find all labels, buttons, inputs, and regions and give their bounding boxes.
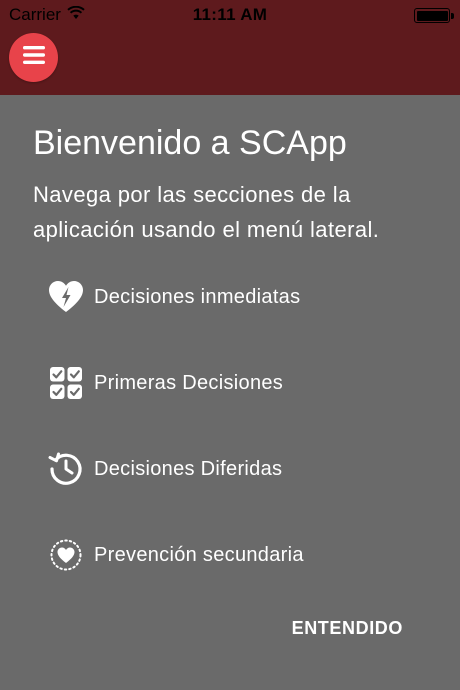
section-item-decisiones-inmediatas[interactable]: Decisiones inmediatas xyxy=(48,277,300,317)
section-label: Primeras Decisiones xyxy=(94,371,284,394)
status-bar: Carrier 11:11 AM xyxy=(0,0,460,30)
entendido-button[interactable]: ENTENDIDO xyxy=(292,618,403,639)
welcome-title: Bienvenido a SCApp xyxy=(33,124,347,162)
hamburger-menu-icon xyxy=(22,46,45,69)
welcome-description: Navega por las secciones de la aplicació… xyxy=(33,182,380,242)
section-label: Prevención secundaria xyxy=(94,543,304,566)
checklist-grid-icon xyxy=(48,365,84,401)
heart-circle-dotted-icon xyxy=(48,537,84,573)
section-label: Decisiones Diferidas xyxy=(94,457,283,480)
section-item-prevencion-secundaria[interactable]: Prevención secundaria xyxy=(48,535,304,575)
battery-icon xyxy=(414,8,454,23)
section-item-primeras-decisiones[interactable]: Primeras Decisiones xyxy=(48,363,283,403)
clock-history-icon xyxy=(48,451,84,487)
menu-button[interactable] xyxy=(9,33,58,82)
section-item-decisiones-diferidas[interactable]: Decisiones Diferidas xyxy=(48,449,282,489)
clock-time: 11:11 AM xyxy=(192,5,268,24)
section-label: Decisiones inmediatas xyxy=(94,285,301,308)
heart-bolt-icon xyxy=(48,279,84,315)
